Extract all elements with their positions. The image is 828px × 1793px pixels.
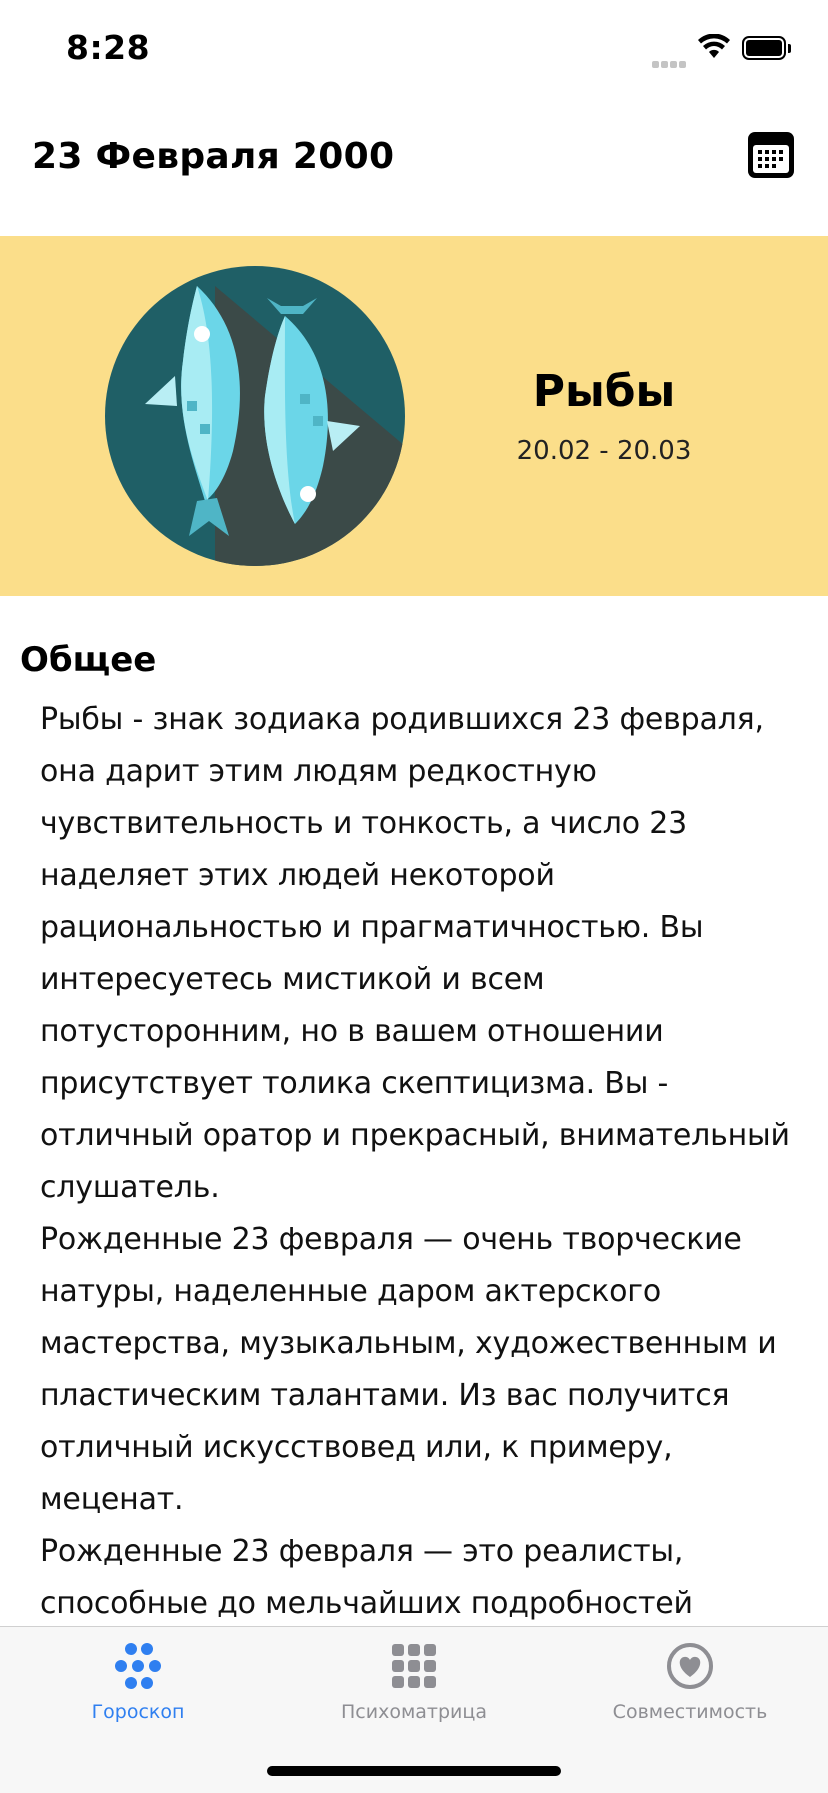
section-text: Рыбы - знак зодиака родившихся 23 феврал… xyxy=(40,694,800,1682)
pisces-icon xyxy=(105,266,405,566)
heart-icon xyxy=(667,1643,713,1689)
wifi-icon xyxy=(698,34,730,58)
grid-icon xyxy=(392,1644,436,1688)
tab-compatibility[interactable]: Совместимость xyxy=(552,1641,828,1741)
page-title-date: 23 Февраля 2000 xyxy=(32,136,395,177)
home-indicator xyxy=(267,1766,561,1776)
battery-icon xyxy=(742,36,786,60)
battery-cap xyxy=(788,44,791,53)
calendar-icon[interactable] xyxy=(746,130,796,180)
zodiac-sign-name: Рыбы xyxy=(532,366,676,417)
tab-psychomatrix-label: Психоматрица xyxy=(341,1701,487,1723)
tab-horoscope-label: Гороскоп xyxy=(91,1701,185,1723)
zodiac-sign-dates: 20.02 - 20.03 xyxy=(516,436,692,466)
status-time: 8:28 xyxy=(66,28,151,67)
header: 23 Февраля 2000 xyxy=(0,100,828,236)
cellular-signal-icon xyxy=(652,53,688,72)
section-paragraph: Рыбы - знак зодиака родившихся 23 феврал… xyxy=(40,702,790,1205)
status-bar: 8:28 xyxy=(0,0,828,100)
tab-compatibility-label: Совместимость xyxy=(612,1701,768,1723)
horoscope-icon xyxy=(115,1643,161,1689)
section-paragraph: Рожденные 23 февраля — очень творческие … xyxy=(40,1222,777,1517)
tab-psychomatrix[interactable]: Психоматрица xyxy=(276,1641,552,1741)
section-title: Общее xyxy=(20,640,157,680)
tab-horoscope[interactable]: Гороскоп xyxy=(0,1641,276,1741)
zodiac-banner: Рыбы 20.02 - 20.03 xyxy=(0,236,828,596)
